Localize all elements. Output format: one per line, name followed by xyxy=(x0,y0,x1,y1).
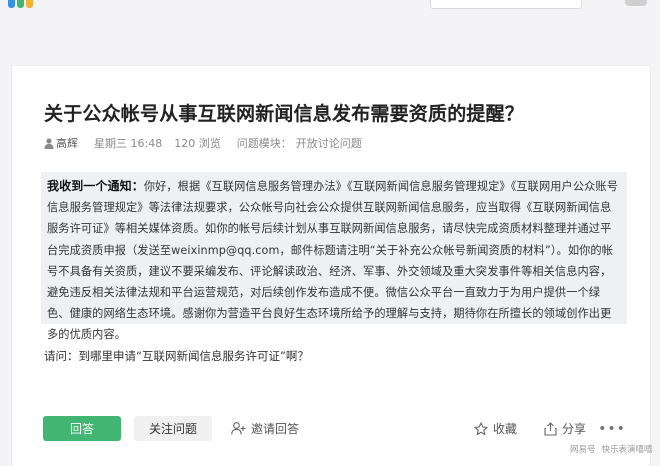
logo-block xyxy=(8,0,15,8)
action-bar: 回答 关注问题 邀请回答 收藏 分享 ••• xyxy=(12,416,650,446)
logo-block xyxy=(17,0,24,8)
question-title: 关于公众帐号从事互联网新闻信息发布需要资质的提醒？ xyxy=(44,103,525,125)
user-avatar[interactable] xyxy=(625,0,647,6)
author-name[interactable]: 高辉 xyxy=(56,135,78,151)
share-icon xyxy=(544,421,557,436)
share-button[interactable]: 分享 xyxy=(544,416,586,441)
watermark-author: 快乐表演嘻嘻 xyxy=(601,445,653,455)
follow-question-button[interactable]: 关注问题 xyxy=(134,416,212,441)
invite-answer-label: 邀请回答 xyxy=(251,422,300,436)
source-watermark: 网易号 快乐表演嘻嘻 xyxy=(570,441,653,457)
watermark-source: 网易号 xyxy=(570,445,596,455)
module-label: 问题模块： xyxy=(236,137,292,150)
share-label: 分享 xyxy=(562,422,587,436)
question-body: 请问：到哪里申请“互联网新闻信息服务许可证”啊？ xyxy=(44,349,309,363)
question-meta: 高辉 星期三 16:48 120 浏览 问题模块： 开放讨论问题 xyxy=(44,135,362,151)
quoted-notice: 我收到一个通知：你好，根据《互联网信息服务管理办法》《互联网新闻信息服务管理规定… xyxy=(41,172,627,341)
post-time: 星期三 16:48 xyxy=(94,137,163,150)
site-logo[interactable] xyxy=(8,0,34,8)
add-user-icon xyxy=(231,422,246,435)
notice-body: 你好，根据《互联网信息服务管理办法》《互联网新闻信息服务管理规定》《互联网用户公… xyxy=(47,180,618,342)
question-card: 关于公众帐号从事互联网新闻信息发布需要资质的提醒？ 高辉 星期三 16:48 1… xyxy=(12,66,650,466)
star-icon xyxy=(474,421,488,435)
answer-button[interactable]: 回答 xyxy=(43,416,121,441)
search-input[interactable] xyxy=(430,0,582,9)
module-link[interactable]: 开放讨论问题 xyxy=(296,135,362,151)
logo-block xyxy=(26,0,33,8)
favorite-button[interactable]: 收藏 xyxy=(474,416,517,441)
favorite-label: 收藏 xyxy=(493,422,518,436)
notice-paragraph: 我收到一个通知：你好，根据《互联网信息服务管理办法》《互联网新闻信息服务管理规定… xyxy=(45,172,623,346)
user-icon xyxy=(44,137,54,149)
top-navigation-bar xyxy=(0,0,660,18)
notice-lead: 我收到一个通知： xyxy=(47,179,144,193)
more-options-button[interactable]: ••• xyxy=(598,416,625,441)
view-count: 120 浏览 xyxy=(174,137,221,150)
invite-answer-button[interactable]: 邀请回答 xyxy=(231,416,299,441)
